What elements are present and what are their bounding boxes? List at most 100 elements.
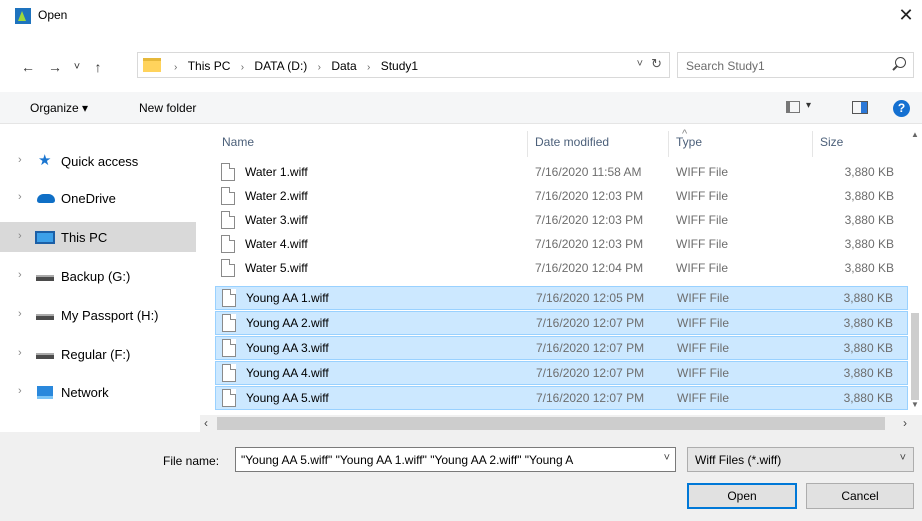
sidebar-item-label: OneDrive	[61, 191, 116, 206]
file-size: 3,880 KB	[844, 261, 894, 275]
network-icon	[37, 386, 53, 399]
forward-arrow-icon[interactable]: →	[45, 58, 65, 76]
breadcrumb-separator: ›	[174, 62, 178, 73]
file-row[interactable]: Water 4.wiff 7/16/2020 12:03 PM WIFF Fil…	[215, 233, 908, 257]
app-logo-icon	[15, 8, 31, 24]
file-type-value: Wiff Files (*.wiff)	[695, 453, 782, 467]
file-name-input[interactable]: "Young AA 5.wiff" "Young AA 1.wiff" "You…	[235, 447, 676, 472]
scroll-down-icon[interactable]: ▼	[911, 400, 919, 409]
open-button[interactable]: Open	[687, 483, 797, 509]
file-name-label: File name:	[163, 454, 220, 468]
organize-button[interactable]: Organize ▾	[30, 101, 88, 115]
sidebar-item-my-passport[interactable]: › My Passport (H:)	[0, 300, 196, 330]
chevron-right-icon[interactable]: ›	[18, 191, 22, 203]
file-date: 7/16/2020 12:03 PM	[535, 189, 644, 203]
file-name: Water 1.wiff	[245, 165, 308, 179]
address-dropdown-icon[interactable]: ˅	[637, 58, 643, 70]
column-divider[interactable]	[812, 131, 813, 157]
scroll-up-icon[interactable]: ▲	[911, 130, 919, 139]
breadcrumb-item-data[interactable]: Data	[331, 59, 356, 73]
file-name: Water 5.wiff	[245, 261, 308, 275]
recent-locations-chevron-icon[interactable]: ˅	[67, 58, 87, 76]
file-type-dropdown-icon[interactable]: ˅	[900, 452, 906, 464]
file-row-selected[interactable]: Young AA 5.wiff 7/16/2020 12:07 PM WIFF …	[215, 386, 908, 410]
column-header-name[interactable]: Name	[222, 135, 254, 149]
file-name-dropdown-icon[interactable]: ˅	[664, 452, 670, 464]
horizontal-scroll-thumb[interactable]	[217, 417, 885, 430]
breadcrumb-separator[interactable]: ›	[367, 62, 370, 73]
scroll-right-icon[interactable]: ›	[903, 416, 907, 430]
up-arrow-icon[interactable]: ↑	[88, 58, 108, 76]
navigation-pane: › ★ Quick access › OneDrive › This PC › …	[0, 128, 198, 432]
sidebar-item-onedrive[interactable]: › OneDrive	[0, 183, 196, 213]
view-options-icon[interactable]	[786, 101, 800, 113]
command-bar: Organize ▾ New folder ▾ ?	[0, 92, 922, 124]
file-size: 3,880 KB	[843, 391, 893, 405]
horizontal-scrollbar[interactable]: ‹ ›	[200, 415, 922, 432]
file-type: WIFF File	[677, 316, 729, 330]
chevron-right-icon[interactable]: ›	[18, 230, 22, 242]
view-dropdown-icon[interactable]: ▾	[806, 100, 811, 111]
column-header-type[interactable]: Type	[676, 135, 702, 149]
drive-icon	[36, 314, 54, 320]
chevron-right-icon[interactable]: ›	[18, 308, 22, 320]
new-folder-button[interactable]: New folder	[139, 101, 196, 115]
file-row[interactable]: Water 2.wiff 7/16/2020 12:03 PM WIFF Fil…	[215, 185, 908, 209]
help-icon[interactable]: ?	[893, 100, 910, 117]
file-row-selected[interactable]: Young AA 3.wiff 7/16/2020 12:07 PM WIFF …	[215, 336, 908, 360]
chevron-right-icon[interactable]: ›	[18, 154, 22, 166]
chevron-right-icon[interactable]: ›	[18, 385, 22, 397]
breadcrumb-item-this-pc[interactable]: This PC	[188, 59, 231, 73]
column-divider[interactable]	[668, 131, 669, 157]
file-date: 7/16/2020 12:05 PM	[536, 291, 645, 305]
column-header-date[interactable]: Date modified	[535, 135, 609, 149]
file-size: 3,880 KB	[843, 366, 893, 380]
search-icon[interactable]	[895, 57, 906, 68]
search-input[interactable]: Search Study1	[677, 52, 914, 78]
file-row-selected[interactable]: Young AA 1.wiff 7/16/2020 12:05 PM WIFF …	[215, 286, 908, 310]
title-bar: Open ✕	[0, 0, 922, 31]
sidebar-item-label: This PC	[61, 230, 108, 245]
close-icon[interactable]: ✕	[894, 2, 918, 28]
file-size: 3,880 KB	[843, 316, 893, 330]
file-size: 3,880 KB	[844, 237, 894, 251]
column-header-size[interactable]: Size	[820, 135, 843, 149]
scroll-left-icon[interactable]: ‹	[204, 416, 208, 430]
chevron-right-icon[interactable]: ›	[18, 269, 22, 281]
cancel-button[interactable]: Cancel	[806, 483, 914, 509]
file-size: 3,880 KB	[844, 165, 894, 179]
file-row[interactable]: Water 1.wiff 7/16/2020 11:58 AM WIFF Fil…	[215, 161, 908, 185]
sidebar-item-this-pc[interactable]: › This PC	[0, 222, 196, 252]
vertical-scroll-thumb[interactable]	[911, 313, 919, 400]
sidebar-item-quick-access[interactable]: › ★ Quick access	[0, 146, 196, 176]
back-arrow-icon[interactable]: ←	[18, 58, 38, 76]
drive-icon	[36, 275, 54, 281]
file-row-selected[interactable]: Young AA 2.wiff 7/16/2020 12:07 PM WIFF …	[215, 311, 908, 335]
file-type-select[interactable]: Wiff Files (*.wiff) ˅	[687, 447, 914, 472]
file-name: Young AA 5.wiff	[246, 391, 329, 405]
breadcrumb-separator[interactable]: ›	[318, 62, 321, 73]
sidebar-item-regular[interactable]: › Regular (F:)	[0, 339, 196, 369]
address-bar[interactable]: › This PC › DATA (D:) › Data › Study1 ˅ …	[137, 52, 670, 78]
vertical-scrollbar[interactable]: ▲ ▼	[908, 128, 922, 415]
file-row-selected[interactable]: Young AA 4.wiff 7/16/2020 12:07 PM WIFF …	[215, 361, 908, 385]
breadcrumb-item-data-drive[interactable]: DATA (D:)	[254, 59, 307, 73]
file-date: 7/16/2020 12:03 PM	[535, 213, 644, 227]
sidebar-item-label: Network	[61, 385, 109, 400]
column-header-row: Name Date modified ^ Type Size	[215, 128, 908, 159]
sidebar-item-backup[interactable]: › Backup (G:)	[0, 261, 196, 291]
preview-pane-icon[interactable]	[852, 101, 868, 114]
file-row[interactable]: Water 5.wiff 7/16/2020 12:04 PM WIFF Fil…	[215, 257, 908, 281]
file-icon	[221, 259, 235, 277]
chevron-right-icon[interactable]: ›	[18, 347, 22, 359]
dialog-footer: File name: "Young AA 5.wiff" "Young AA 1…	[0, 432, 922, 521]
file-size: 3,880 KB	[843, 291, 893, 305]
breadcrumb-item-study1[interactable]: Study1	[381, 59, 418, 73]
file-row[interactable]: Water 3.wiff 7/16/2020 12:03 PM WIFF Fil…	[215, 209, 908, 233]
sidebar-item-network[interactable]: › Network	[0, 377, 196, 407]
file-date: 7/16/2020 12:03 PM	[535, 237, 644, 251]
file-type: WIFF File	[677, 341, 729, 355]
column-divider[interactable]	[527, 131, 528, 157]
refresh-icon[interactable]: ↻	[651, 56, 662, 72]
breadcrumb-separator[interactable]: ›	[241, 62, 244, 73]
